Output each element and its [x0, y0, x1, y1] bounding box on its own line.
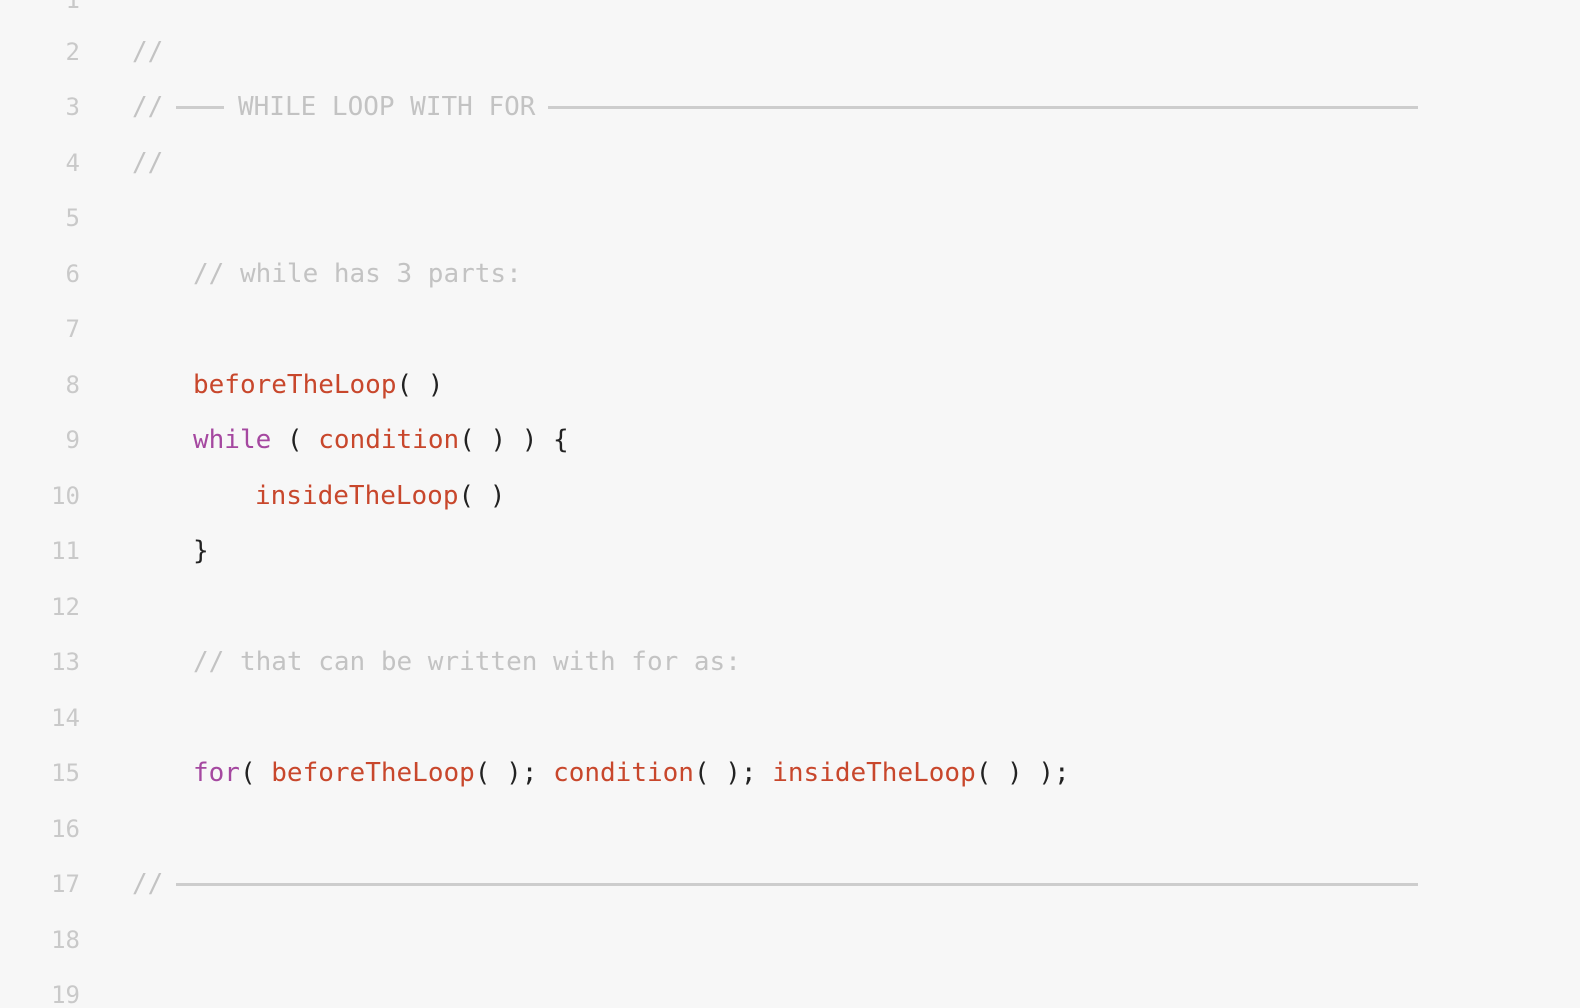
function-call: beforeTheLoop [193, 370, 397, 400]
line-number: 9 [65, 426, 80, 454]
code-line: 4 // [0, 135, 1580, 191]
comment-text[interactable]: // [132, 79, 163, 135]
code-editor[interactable]: 1 2 // 3 // WHILE LOOP WITH FOR 4 // 5 6… [0, 0, 1580, 1008]
function-call: insideTheLoop [772, 758, 976, 788]
line-number: 11 [51, 537, 80, 565]
function-call: condition [318, 425, 460, 455]
line-number: 10 [51, 482, 80, 510]
code-line: 3 // WHILE LOOP WITH FOR [0, 79, 1580, 135]
code-line: 6 // while has 3 parts: [0, 246, 1580, 302]
code-line: 10 insideTheLoop( ) [0, 468, 1580, 524]
code-line: 18 [0, 912, 1580, 968]
code-line: 13 // that can be written with for as: [0, 634, 1580, 690]
code-line: 7 [0, 301, 1580, 357]
code-line: 5 [0, 190, 1580, 246]
comment-rule-long [176, 883, 1418, 886]
code-statement[interactable]: for( beforeTheLoop( ); condition( ); ins… [193, 745, 1070, 801]
code-line: 17 // [0, 856, 1580, 912]
comment-rule-long [548, 106, 1418, 109]
keyword: for [193, 758, 240, 788]
code-line: 11 } [0, 523, 1580, 579]
code-line: 12 [0, 579, 1580, 635]
line-number: 17 [51, 870, 80, 898]
keyword: while [193, 425, 272, 455]
code-statement[interactable]: insideTheLoop( ) [255, 468, 505, 524]
code-line: 19 [0, 967, 1580, 1008]
line-number: 4 [65, 149, 80, 177]
comment-text[interactable]: // [132, 24, 163, 80]
code-line: 8 beforeTheLoop( ) [0, 357, 1580, 413]
line-number: 2 [65, 38, 80, 66]
punctuation: ( ); [474, 758, 554, 788]
closing-brace[interactable]: } [193, 523, 209, 579]
punctuation: ( [239, 758, 272, 788]
punctuation: ( ) [396, 370, 444, 400]
section-title[interactable]: WHILE LOOP WITH FOR [238, 79, 535, 135]
function-call: condition [553, 758, 694, 788]
comment-text[interactable]: // [132, 135, 163, 191]
punctuation: ( ) ) { [459, 425, 569, 455]
function-call: insideTheLoop [255, 481, 459, 511]
comment-text[interactable]: // while has 3 parts: [193, 246, 522, 302]
line-number: 12 [51, 593, 80, 621]
punctuation: ( ) [458, 481, 506, 511]
punctuation: ( ); [693, 758, 773, 788]
function-call: beforeTheLoop [271, 758, 475, 788]
line-number: 5 [65, 204, 80, 232]
line-number: 6 [65, 260, 80, 288]
line-number: 3 [65, 93, 80, 121]
code-line: 2 // [0, 24, 1580, 80]
code-statement[interactable]: while ( condition( ) ) { [193, 412, 569, 468]
code-statement[interactable]: beforeTheLoop( ) [193, 357, 443, 413]
comment-text[interactable]: // [132, 856, 163, 912]
code-line: 16 [0, 801, 1580, 857]
line-number: 19 [51, 981, 80, 1008]
line-number: 15 [51, 759, 80, 787]
code-line: 15 for( beforeTheLoop( ); condition( ); … [0, 745, 1580, 801]
punctuation: ( ) ); [975, 758, 1070, 788]
line-number: 8 [65, 371, 80, 399]
punctuation: ( [271, 425, 319, 455]
line-number: 16 [51, 815, 80, 843]
line-number: 18 [51, 926, 80, 954]
comment-rule-short [176, 106, 224, 109]
line-number: 13 [51, 648, 80, 676]
comment-text[interactable]: // that can be written with for as: [193, 634, 741, 690]
code-line: 14 [0, 690, 1580, 746]
line-number: 14 [51, 704, 80, 732]
line-number: 7 [65, 315, 80, 343]
code-line: 9 while ( condition( ) ) { [0, 412, 1580, 468]
